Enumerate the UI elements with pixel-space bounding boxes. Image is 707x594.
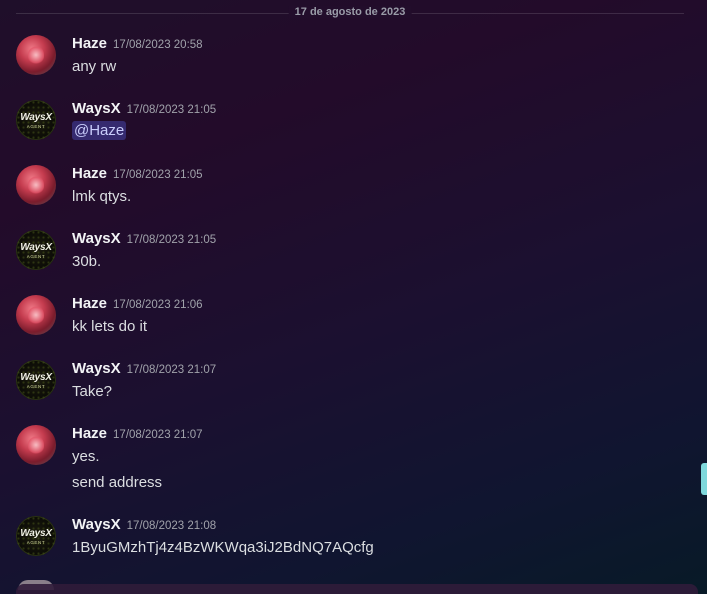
message[interactable]: WaysX AGENT WaysX 17/08/2023 21:05 30b.: [0, 230, 690, 280]
message-header: Haze 17/08/2023 21:05: [72, 165, 203, 183]
message-composer[interactable]: [16, 584, 698, 594]
message[interactable]: WaysX AGENT WaysX 17/08/2023 21:08 1ByuGM…: [0, 516, 690, 566]
avatar-logo-text: WaysX: [20, 528, 52, 539]
avatar[interactable]: [16, 295, 56, 335]
timestamp: 17/08/2023 21:05: [126, 234, 217, 246]
message[interactable]: WaysX AGENT WaysX 17/08/2023 21:07 Take?: [0, 360, 690, 410]
avatar[interactable]: WaysX AGENT: [16, 360, 56, 400]
scrollbar[interactable]: [700, 0, 707, 594]
avatar[interactable]: WaysX AGENT: [16, 230, 56, 270]
message-text: kk lets do it: [72, 318, 148, 335]
message-text: 30b.: [72, 253, 102, 270]
message-text: lmk qtys.: [72, 188, 132, 205]
message-text: @Haze: [72, 121, 127, 140]
timestamp: 17/08/2023 21:05: [113, 169, 203, 181]
message[interactable]: WaysX AGENT WaysX 17/08/2023 21:05 @Haze: [0, 100, 690, 150]
timestamp: 17/08/2023 21:06: [113, 299, 203, 311]
message-header: Haze 17/08/2023 21:06: [72, 295, 203, 313]
message-header: WaysX 17/08/2023 21:08: [72, 516, 216, 534]
username[interactable]: WaysX: [72, 100, 121, 117]
message[interactable]: Haze 17/08/2023 21:06 kk lets do it: [0, 295, 690, 345]
message-header: WaysX 17/08/2023 21:05: [72, 100, 216, 118]
avatar-sub-text: AGENT: [26, 254, 46, 259]
avatar-logo-text: WaysX: [20, 372, 52, 383]
message-text: send address: [72, 474, 163, 491]
message[interactable]: Haze 17/08/2023 21:05 lmk qtys.: [0, 165, 690, 215]
date-divider: 17 de agosto de 2023: [16, 6, 684, 18]
avatar-logo-text: WaysX: [20, 112, 52, 123]
message-header: Haze 17/08/2023 20:58: [72, 35, 203, 53]
avatar-sub-text: AGENT: [26, 540, 46, 545]
username[interactable]: WaysX: [72, 516, 121, 533]
message[interactable]: Haze 17/08/2023 20:58 any rw: [0, 35, 690, 85]
avatar[interactable]: WaysX AGENT: [16, 100, 56, 140]
message-header: WaysX 17/08/2023 21:05: [72, 230, 216, 248]
message-header: WaysX 17/08/2023 21:07: [72, 360, 216, 378]
username[interactable]: WaysX: [72, 360, 121, 377]
timestamp: 17/08/2023 21:08: [126, 520, 217, 532]
timestamp: 17/08/2023 21:05: [126, 104, 217, 116]
timestamp: 17/08/2023 20:58: [113, 39, 203, 51]
user-mention[interactable]: @Haze: [72, 121, 127, 140]
avatar-logo-text: WaysX: [20, 242, 52, 253]
avatar[interactable]: WaysX AGENT: [16, 516, 56, 556]
message-header: Haze 17/08/2023 21:07: [72, 425, 203, 443]
message-text: Take?: [72, 383, 113, 400]
avatar[interactable]: [16, 35, 56, 75]
username[interactable]: WaysX: [72, 230, 121, 247]
timestamp: 17/08/2023 21:07: [113, 429, 203, 441]
message-text: yes.: [72, 448, 100, 465]
avatar-sub-text: AGENT: [26, 384, 46, 389]
username[interactable]: Haze: [72, 425, 107, 442]
message-text: 1ByuGMzhTj4z4BzWKWqa3iJ2BdNQ7AQcfg: [72, 539, 374, 556]
username[interactable]: Haze: [72, 295, 107, 312]
scrollbar-thumb[interactable]: [701, 463, 707, 495]
avatar[interactable]: [16, 425, 56, 465]
avatar[interactable]: [16, 165, 56, 205]
message[interactable]: Haze 17/08/2023 21:07 yes. send address: [0, 425, 690, 495]
message-text: any rw: [72, 58, 117, 75]
chat-message-list[interactable]: 17 de agosto de 2023 Haze 17/08/2023 20:5…: [0, 0, 700, 594]
avatar-sub-text: AGENT: [26, 124, 46, 129]
date-divider-label: 17 de agosto de 2023: [288, 6, 412, 18]
timestamp: 17/08/2023 21:07: [126, 364, 217, 376]
username[interactable]: Haze: [72, 35, 107, 52]
username[interactable]: Haze: [72, 165, 107, 182]
